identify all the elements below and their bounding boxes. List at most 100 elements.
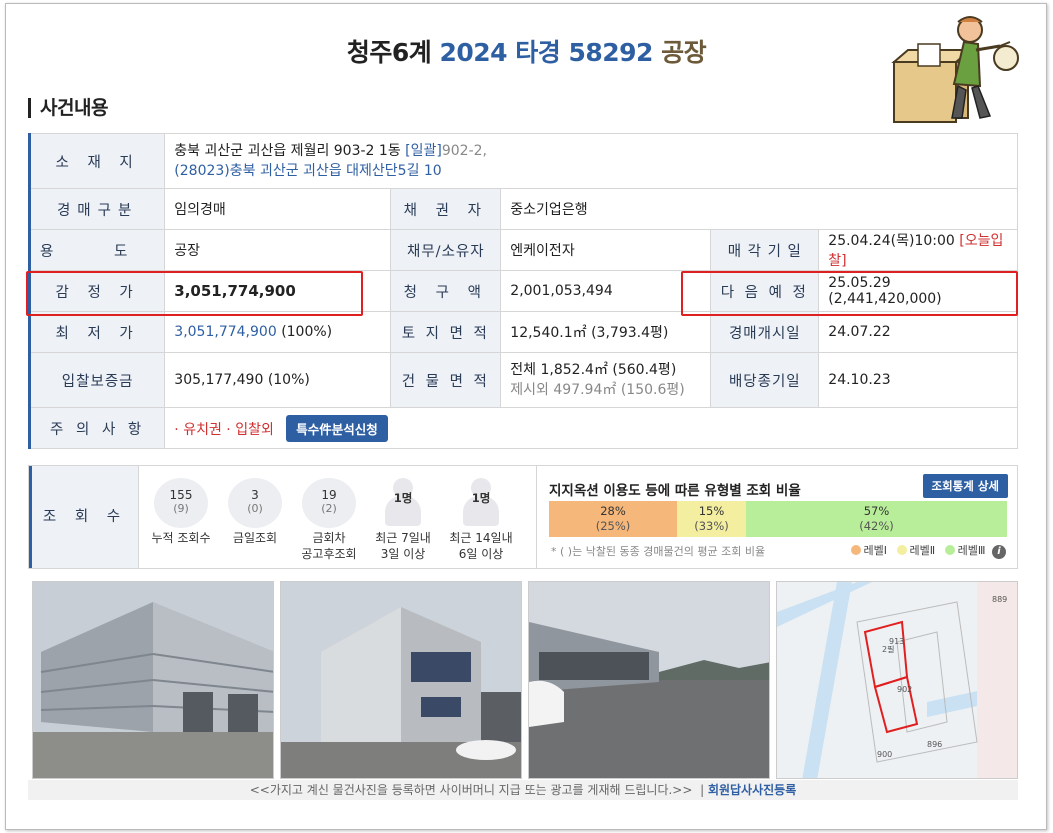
special-analysis-button[interactable]: 특수件분석신청 (286, 414, 388, 442)
debtor-value: 엔케이전자 (500, 229, 712, 271)
view-today-value: 3 (251, 488, 259, 502)
view-today-circle: 3 (0) (228, 478, 282, 528)
view-round-caption2: 공고후조회 (301, 547, 357, 561)
view-7days-caption2: 3일 이상 (380, 547, 426, 561)
view-today: 3 (0) 금일조회 (219, 478, 291, 546)
next-schedule-highlight (681, 271, 1018, 316)
sale-date-cell: 25.04.24(목)10:00 [오늘입찰] (818, 229, 1018, 271)
notice-lien: · 유치권 (174, 421, 222, 438)
property-photo-3[interactable] (528, 581, 770, 779)
factory-photo-image (281, 582, 521, 778)
view-7days-count: 1명 (393, 491, 413, 505)
view-today-sub: (0) (247, 502, 263, 515)
view-round-caption: 금회차 공고후조회 (293, 530, 365, 562)
dividend-deadline-value: 24.10.23 (818, 352, 1018, 408)
ratio-bar-avg: (33%) (694, 519, 729, 533)
view-total-circle: 155 (9) (154, 478, 208, 528)
view-14days-caption1: 최근 14일내 (449, 531, 513, 545)
map-label-g: 889 (992, 595, 1007, 604)
property-photo-1[interactable] (32, 581, 274, 779)
ratio-bar-pct: 15% (698, 504, 725, 518)
address-line2: (28023)충북 괴산군 괴산읍 대제산단5길 10 (174, 163, 442, 179)
view-stats-detail-button[interactable]: 조회통계 상세 (922, 474, 1008, 498)
factory-photo-image (529, 582, 769, 778)
notice-cell: · 유치권 · 입찰외 특수件분석신청 (164, 407, 1018, 449)
view-14days-caption2: 6일 이상 (458, 547, 504, 561)
min-price-pct: (100%) (281, 324, 333, 340)
legend-level3: 레벨Ⅲ (957, 544, 986, 557)
property-kind: 공장 (661, 38, 707, 67)
creditor-label: 채 권 자 (390, 188, 502, 230)
map-label-d: 902 (897, 685, 912, 694)
cadastral-map[interactable]: 2필 913 902 900 896 889 (776, 581, 1018, 779)
view-7days: 1명 최근 7일내 3일 이상 (367, 478, 439, 562)
ratio-note: * ( )는 낙찰된 동종 경매물건의 평균 조회 비율 (551, 545, 766, 558)
view-7days-caption: 최근 7일내 3일 이상 (367, 530, 439, 562)
view-total: 155 (9) 누적 조회수 (145, 478, 217, 546)
min-price-label: 최 저 가 (27, 311, 166, 353)
usage-label: 용 도 (27, 229, 166, 271)
view-round-circle: 19 (2) (302, 478, 356, 528)
ratio-title: 지지옥션 이용도 등에 따른 유형별 조회 비율 (549, 483, 801, 499)
map-label-h: 896 (927, 740, 942, 749)
appraisal-highlight (26, 271, 363, 316)
claim-value: 2,001,053,494 (500, 270, 712, 312)
view-count-label: 조 회 수 (29, 466, 139, 568)
legend-level2: 레벨Ⅱ (909, 544, 936, 557)
claim-label: 청 구 액 (390, 270, 502, 312)
auction-start-value: 24.07.22 (818, 311, 1018, 353)
ratio-bar-level1: 28% (25%) (549, 501, 677, 537)
person-icon: 1명 (461, 478, 501, 528)
ratio-bar-level3: 57% (42%) (746, 501, 1007, 537)
view-7days-caption1: 최근 7일내 (375, 531, 431, 545)
auction-type-label: 경매구분 (27, 188, 166, 230)
ratio-legend: 레벨Ⅰ 레벨Ⅱ 레벨Ⅲ i (850, 542, 1006, 559)
land-area-value: 12,540.1㎡ (3,793.4평) (500, 311, 712, 353)
building-area-excluded: 제시외 497.94㎡ (150.6평) (510, 382, 685, 398)
usage-value: 공장 (164, 229, 392, 271)
view-14days-caption: 최근 14일내 6일 이상 (441, 530, 521, 562)
view-ratio-panel: 지지옥션 이용도 등에 따른 유형별 조회 비율 조회통계 상세 28% (25%… (536, 466, 1016, 568)
creditor-value: 중소기업은행 (500, 188, 1018, 230)
building-area-cell: 전체 1,852.4㎡ (560.4평) 제시외 497.94㎡ (150.6평… (500, 352, 712, 408)
sale-date-value: 25.04.24(목)10:00 (828, 233, 955, 249)
footer-text: <<가지고 계신 물건사진을 등록하면 사이버머니 지급 또는 광고를 게재해 … (249, 783, 693, 797)
court-name: 청주6계 (346, 38, 432, 67)
legend-dot-level1 (850, 545, 861, 555)
section-title: 사건내용 (28, 98, 108, 118)
map-label-f: 900 (877, 750, 892, 759)
deposit-value: 305,177,490 (10%) (164, 352, 392, 408)
person-icon: 1명 (383, 478, 423, 528)
auction-type-value: 임의경매 (164, 188, 392, 230)
dividend-deadline-label: 배당종기일 (710, 352, 820, 408)
view-total-caption: 누적 조회수 (151, 531, 211, 545)
sale-date-label: 매 각 기 일 (710, 229, 820, 271)
address-bulk-link[interactable]: [일괄] (405, 143, 442, 159)
ratio-bar-avg: (42%) (859, 519, 894, 533)
auction-mascot-illustration (891, 16, 1019, 123)
register-photo-link[interactable]: 회원답사사진등록 (708, 783, 796, 797)
ratio-bar-level2: 15% (33%) (677, 501, 746, 537)
legend-dot-level2 (896, 545, 907, 555)
ratio-bar-pct: 28% (600, 504, 626, 518)
factory-photo-image (33, 582, 273, 778)
view-round: 19 (2) 금회차 공고후조회 (293, 478, 365, 562)
view-14days-count: 1명 (471, 491, 491, 505)
deposit-label: 입찰보증금 (27, 352, 166, 408)
property-photo-2[interactable] (280, 581, 522, 779)
footer-separator: | (700, 783, 705, 797)
building-area-total: 전체 1,852.4㎡ (560.4평) (510, 362, 677, 378)
info-icon[interactable]: i (992, 545, 1006, 559)
auction-start-label: 경매개시일 (710, 311, 820, 353)
map-image: 2필 913 902 900 896 889 (777, 582, 1017, 778)
view-round-value: 19 (321, 488, 337, 502)
legend-level1: 레벨Ⅰ (863, 544, 888, 557)
building-area-label: 건 물 면 적 (390, 352, 502, 408)
case-number: 2024 타경 58292 (439, 38, 653, 67)
address-cell: 충북 괴산군 괴산읍 제월리 903-2 1동 [일괄]902-2, (2802… (164, 133, 1018, 189)
map-label-b: 913 (889, 637, 904, 646)
address-line1: 충북 괴산군 괴산읍 제월리 903-2 1동 (174, 143, 401, 159)
legend-dot-level3 (944, 545, 955, 555)
photo-footer: <<가지고 계신 물건사진을 등록하면 사이버머니 지급 또는 광고를 게재해 … (28, 780, 1018, 800)
notice-excluded: · 입찰외 (226, 421, 274, 438)
